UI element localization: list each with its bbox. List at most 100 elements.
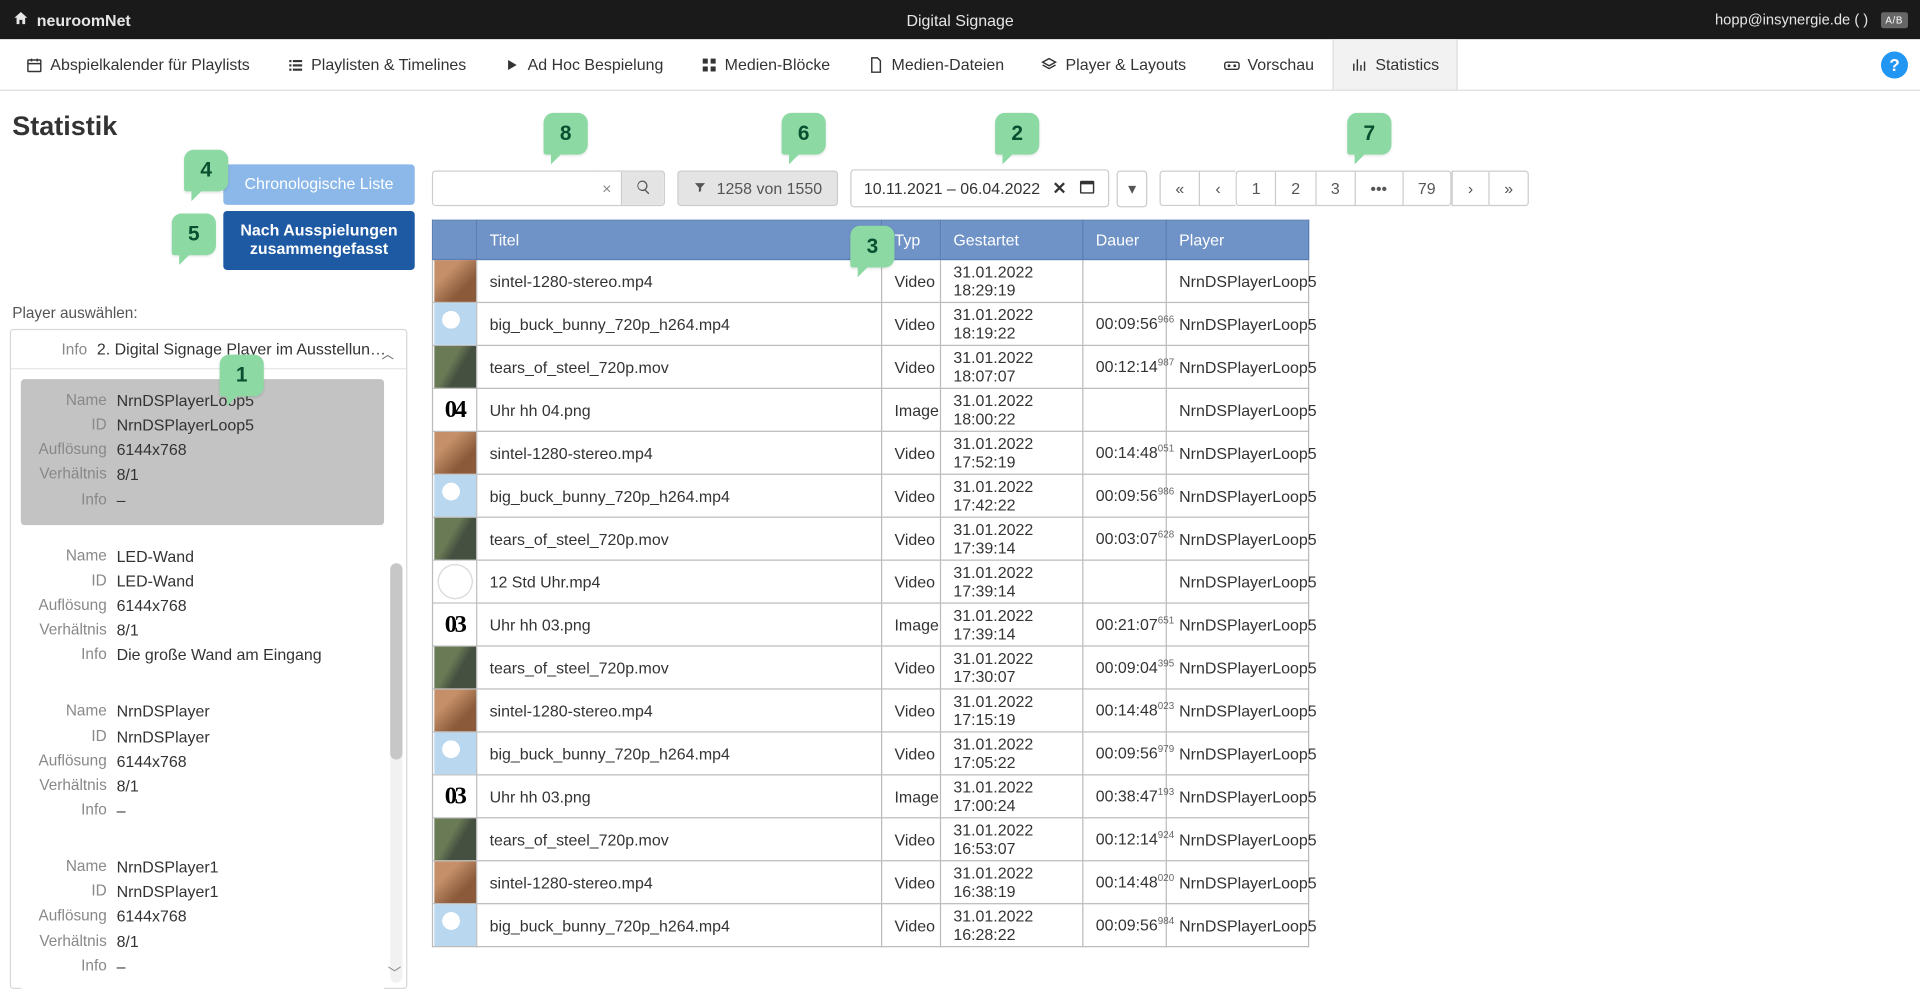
table-row[interactable]: tears_of_steel_720p.mov Video 31.01.2022… <box>433 646 1309 689</box>
player-id: LED-Wand <box>117 569 372 594</box>
th-started[interactable]: Gestartet <box>940 220 1082 259</box>
table-row[interactable]: big_buck_bunny_720p_h264.mp4 Video 31.01… <box>433 732 1309 775</box>
table-row[interactable]: 12 Std Uhr.mp4 Video 31.01.2022 17:39:14… <box>433 560 1309 603</box>
table-row[interactable]: 03 Uhr hh 03.png Image 31.01.2022 17:39:… <box>433 603 1309 646</box>
table-row[interactable]: tears_of_steel_720p.mov Video 31.01.2022… <box>433 345 1309 388</box>
player-info-header[interactable]: Info 2. Digital Signage Player im Ausste… <box>11 330 406 369</box>
player-select-label: Player auswählen: <box>10 304 408 321</box>
nav-tab-label: Abspielkalender für Playlists <box>50 55 249 73</box>
nav-tab-chart[interactable]: Statistics <box>1332 39 1457 89</box>
row-started: 31.01.2022 17:42:22 <box>940 474 1082 517</box>
search-clear-button[interactable]: × <box>593 172 622 205</box>
filter-button[interactable]: 1258 von 1550 <box>677 171 838 207</box>
nav-tab-layers[interactable]: Player & Layouts <box>1023 39 1205 89</box>
user-email[interactable]: hopp@insynergie.de ( ) <box>1715 11 1868 28</box>
callout-5: 5 <box>172 213 216 255</box>
nav-tab-play[interactable]: Ad Hoc Bespielung <box>485 39 682 89</box>
nav-tab-grid[interactable]: Medien-Blöcke <box>682 39 849 89</box>
calendar-icon <box>26 56 43 73</box>
home-icon <box>12 9 29 30</box>
table-row[interactable]: big_buck_bunny_720p_h264.mp4 Video 31.01… <box>433 302 1309 345</box>
row-player: NrnDSPlayerLoop5 <box>1166 560 1308 603</box>
chevron-down-icon[interactable]: ﹀ <box>388 963 401 983</box>
player-id: NrnDSPlayer <box>117 725 372 750</box>
row-player: NrnDSPlayerLoop5 <box>1166 689 1308 732</box>
callout-3: 3 <box>850 226 894 268</box>
lang-badge[interactable]: A/B <box>1880 12 1907 28</box>
nav-tab-file[interactable]: Medien-Dateien <box>849 39 1023 89</box>
table-row[interactable]: tears_of_steel_720p.mov Video 31.01.2022… <box>433 517 1309 560</box>
row-duration: 00:09:04395 <box>1083 646 1166 689</box>
row-type: Image <box>882 603 941 646</box>
date-dropdown-button[interactable]: ▾ <box>1117 170 1147 207</box>
nav-row: Abspielkalender für Playlists Playlisten … <box>0 39 1920 91</box>
page-first-button[interactable]: « <box>1159 171 1199 207</box>
row-type: Video <box>882 904 941 947</box>
th-player[interactable]: Player <box>1166 220 1308 259</box>
player-id: NrnDSPlayer1 <box>117 880 372 905</box>
row-started: 31.01.2022 16:53:07 <box>940 818 1082 861</box>
page-1-button[interactable]: 1 <box>1236 171 1276 207</box>
row-player: NrnDSPlayerLoop5 <box>1166 775 1308 818</box>
th-title[interactable]: Titel <box>477 220 882 259</box>
table-row[interactable]: sintel-1280-stereo.mp4 Video 31.01.2022 … <box>433 689 1309 732</box>
callout-4: 4 <box>184 150 228 192</box>
help-icon[interactable]: ? <box>1881 51 1908 78</box>
table-row[interactable]: 03 Uhr hh 03.png Image 31.01.2022 17:00:… <box>433 775 1309 818</box>
table-row[interactable]: sintel-1280-stereo.mp4 Video 31.01.2022 … <box>433 861 1309 904</box>
table-row[interactable]: 04 Uhr hh 04.png Image 31.01.2022 18:00:… <box>433 388 1309 431</box>
nav-tab-label: Medien-Dateien <box>892 55 1005 73</box>
nav-tab-label: Ad Hoc Bespielung <box>528 55 664 73</box>
player-card[interactable]: NameNrnDSPlayerLoop5 IDNrnDSPlayerLoop5 … <box>21 379 384 525</box>
brand[interactable]: neuroomNet <box>12 9 130 30</box>
view-grouped-button[interactable]: Nach Ausspielungen zusammengefasst <box>223 211 414 270</box>
row-thumb <box>433 517 477 560</box>
nav-tab-calendar[interactable]: Abspielkalender für Playlists <box>7 39 268 89</box>
page-79-button[interactable]: 79 <box>1402 171 1452 207</box>
player-info: Die große Wand am Eingang <box>117 643 372 668</box>
table-row[interactable]: sintel-1280-stereo.mp4 Video 31.01.2022 … <box>433 431 1309 474</box>
sidebar-scrollbar[interactable] <box>390 563 402 983</box>
player-card[interactable]: NameLED-Wand IDLED-Wand Auflösung6144x76… <box>21 535 384 681</box>
row-duration: 00:09:56986 <box>1083 474 1166 517</box>
page-last-button[interactable]: » <box>1488 171 1529 207</box>
table-row[interactable]: tears_of_steel_720p.mov Video 31.01.2022… <box>433 818 1309 861</box>
row-started: 31.01.2022 17:00:24 <box>940 775 1082 818</box>
search-input[interactable] <box>433 172 593 205</box>
page-3-button[interactable]: 3 <box>1315 171 1355 207</box>
date-clear-button[interactable]: ✕ <box>1052 178 1066 199</box>
search-button[interactable] <box>622 172 664 205</box>
date-range-box[interactable]: 10.11.2021 – 06.04.2022 ✕ <box>850 169 1109 207</box>
nav-tab-vr[interactable]: Vorschau <box>1205 39 1333 89</box>
row-player: NrnDSPlayerLoop5 <box>1166 904 1308 947</box>
row-duration: 00:38:47193 <box>1083 775 1166 818</box>
row-duration: 00:03:07628 <box>1083 517 1166 560</box>
player-info: – <box>117 954 372 979</box>
callout-6: 6 <box>782 113 826 155</box>
player-card[interactable]: NameNrnDSPlayer1 IDNrnDSPlayer1 Auflösun… <box>21 846 384 992</box>
row-player: NrnDSPlayerLoop5 <box>1166 260 1308 303</box>
th-thumb[interactable] <box>433 220 477 259</box>
row-player: NrnDSPlayerLoop5 <box>1166 517 1308 560</box>
row-started: 31.01.2022 18:29:19 <box>940 260 1082 303</box>
row-title: big_buck_bunny_720p_h264.mp4 <box>477 732 882 775</box>
nav-tab-list[interactable]: Playlisten & Timelines <box>268 39 485 89</box>
page-next-button[interactable]: › <box>1452 171 1489 207</box>
row-duration: 00:09:56966 <box>1083 302 1166 345</box>
table-row[interactable]: big_buck_bunny_720p_h264.mp4 Video 31.01… <box>433 904 1309 947</box>
player-card[interactable]: NameNrnDSPlayer IDNrnDSPlayer Auflösung6… <box>21 690 384 836</box>
row-title: tears_of_steel_720p.mov <box>477 345 882 388</box>
row-player: NrnDSPlayerLoop5 <box>1166 646 1308 689</box>
row-duration <box>1083 560 1166 603</box>
row-duration: 00:14:48023 <box>1083 689 1166 732</box>
page-2-button[interactable]: 2 <box>1275 171 1315 207</box>
page-prev-button[interactable]: ‹ <box>1199 171 1236 207</box>
player-ratio: 8/1 <box>117 463 372 488</box>
row-player: NrnDSPlayerLoop5 <box>1166 732 1308 775</box>
row-thumb <box>433 474 477 517</box>
table-row[interactable]: big_buck_bunny_720p_h264.mp4 Video 31.01… <box>433 474 1309 517</box>
view-chrono-button[interactable]: Chronologische Liste <box>223 164 414 204</box>
th-duration[interactable]: Dauer <box>1083 220 1166 259</box>
page-ellipsis[interactable]: ••• <box>1354 171 1401 207</box>
row-thumb <box>433 689 477 732</box>
